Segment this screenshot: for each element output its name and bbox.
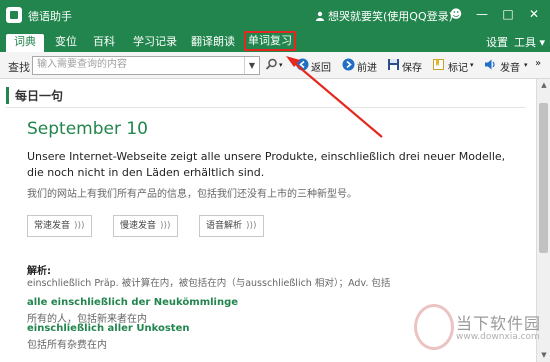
scroll-thumb[interactable] bbox=[539, 103, 548, 253]
app-logo-icon bbox=[6, 7, 22, 23]
search-options-icon[interactable]: ▾ bbox=[279, 61, 283, 69]
save-button[interactable]: 保存 bbox=[402, 59, 422, 74]
tab-study-record[interactable]: 学习记录 bbox=[128, 34, 182, 52]
chinese-translation: 我们的网站上有我们所有产品的信息，包括我们还没有上市的三种新型号。 bbox=[27, 189, 357, 200]
example-phrase: einschließlich aller Unkosten bbox=[27, 323, 190, 334]
analysis-text: einschließlich Präp. 被计算在内，被包括在内（与aussch… bbox=[27, 278, 391, 289]
title-bar: 德语助手 想哭就要笑(使用QQ登录) ☻ — □ ✕ bbox=[0, 0, 550, 30]
scroll-up-icon[interactable]: ▲ bbox=[537, 81, 550, 89]
back-icon[interactable] bbox=[296, 58, 309, 71]
close-button[interactable]: ✕ bbox=[526, 6, 542, 22]
search-box: ▼ bbox=[32, 56, 260, 75]
forward-button[interactable]: 前进 bbox=[357, 59, 377, 74]
tab-dictionary[interactable]: 词典 bbox=[6, 34, 44, 52]
mark-button[interactable]: 标记 bbox=[448, 59, 468, 74]
button-label: 慢速发音 bbox=[120, 221, 157, 231]
tab-word-review[interactable]: 单词复习 bbox=[244, 31, 296, 51]
tab-conjugation[interactable]: 变位 bbox=[50, 34, 82, 52]
user-account[interactable]: 想哭就要笑(使用QQ登录) bbox=[315, 8, 453, 24]
watermark-name: 当下软件园 bbox=[456, 314, 542, 333]
watermark: 当下软件园 www.downxia.com bbox=[408, 296, 548, 356]
button-label: 语音解析 bbox=[206, 221, 243, 231]
speaker-icon[interactable] bbox=[484, 58, 497, 71]
example-phrase: alle einschließlich der Neukömmlinge bbox=[27, 297, 239, 308]
forward-icon[interactable] bbox=[342, 58, 355, 71]
search-toolbar: 查找 ▼ ▾ 返回 前进 保存 标记 ▾ 发音 ▾ » bbox=[0, 52, 550, 79]
bookmark-icon[interactable] bbox=[432, 58, 445, 71]
mark-dropdown-icon[interactable]: ▾ bbox=[470, 61, 474, 69]
german-sentence: Unsere Internet-Webseite zeigt alle unse… bbox=[27, 150, 506, 179]
search-icon[interactable] bbox=[265, 58, 278, 71]
sentence-date: September 10 bbox=[27, 119, 149, 139]
main-nav: 词典 变位 百科 学习记录 翻译朗读 单词复习 设置 工具 ▾ bbox=[0, 30, 550, 52]
sound-wave-icon: ))) bbox=[74, 221, 85, 231]
sound-wave-icon: ))) bbox=[160, 221, 171, 231]
normal-speed-audio-button[interactable]: 常速发音))) bbox=[27, 215, 92, 237]
watermark-url: www.downxia.com bbox=[456, 332, 540, 342]
tab-encyclopedia[interactable]: 百科 bbox=[88, 34, 120, 52]
search-label: 查找 bbox=[8, 61, 30, 74]
toolbar-overflow-icon[interactable]: » bbox=[535, 58, 541, 69]
skin-icon[interactable]: ☻ bbox=[448, 6, 464, 22]
voice-analysis-button[interactable]: 语音解析))) bbox=[199, 215, 264, 237]
minimize-button[interactable]: — bbox=[474, 6, 490, 22]
search-history-dropdown[interactable]: ▼ bbox=[244, 57, 259, 74]
button-label: 常速发音 bbox=[34, 221, 71, 231]
tools-menu[interactable]: 工具 ▾ bbox=[514, 34, 545, 50]
tab-translate-read[interactable]: 翻译朗读 bbox=[186, 34, 240, 52]
speak-dropdown-icon[interactable]: ▾ bbox=[524, 61, 528, 69]
speak-button[interactable]: 发音 bbox=[500, 59, 520, 74]
maximize-button[interactable]: □ bbox=[500, 6, 516, 22]
user-icon bbox=[316, 11, 324, 21]
save-icon[interactable] bbox=[387, 58, 400, 71]
section-divider bbox=[6, 107, 526, 108]
search-input[interactable] bbox=[33, 57, 246, 72]
section-title: 每日一句 bbox=[6, 87, 63, 104]
slow-speed-audio-button[interactable]: 慢速发音))) bbox=[113, 215, 178, 237]
example-translation: 包括所有杂费在内 bbox=[27, 340, 107, 351]
back-button[interactable]: 返回 bbox=[311, 59, 331, 74]
watermark-logo-icon bbox=[414, 304, 454, 350]
settings-link[interactable]: 设置 bbox=[486, 34, 508, 50]
sound-wave-icon: ))) bbox=[246, 221, 257, 231]
user-name: 想哭就要笑(使用QQ登录) bbox=[328, 10, 453, 23]
window-title: 德语助手 bbox=[28, 10, 72, 23]
